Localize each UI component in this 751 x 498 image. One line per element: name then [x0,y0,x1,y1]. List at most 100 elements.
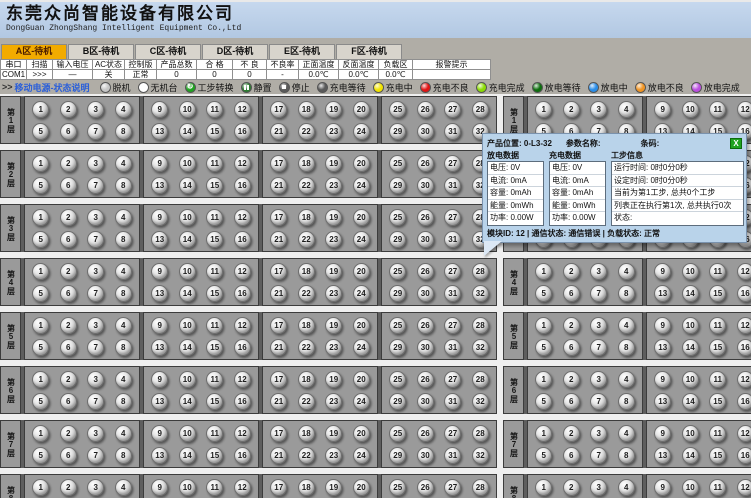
cell-button[interactable]: 4 [618,317,635,334]
cell-button[interactable]: 22 [298,123,315,140]
cell-button[interactable]: 12 [737,263,751,280]
cell-button[interactable]: 26 [417,425,434,442]
cell-button[interactable]: 24 [353,447,370,464]
cell-button[interactable]: 27 [444,101,461,118]
cell-button[interactable]: 18 [298,371,315,388]
cell-button[interactable]: 10 [682,425,699,442]
cell-button[interactable]: 19 [325,101,342,118]
cell-button[interactable]: 31 [444,231,461,248]
cell-button[interactable]: 16 [737,339,751,356]
cell-button[interactable]: 17 [270,209,287,226]
cell-button[interactable]: 9 [654,371,671,388]
cell-button[interactable]: 24 [353,393,370,410]
cell-button[interactable]: 14 [179,123,196,140]
cell-button[interactable]: 5 [535,447,552,464]
cell-button[interactable]: 15 [206,123,223,140]
cell-button[interactable]: 32 [472,285,489,302]
cell-button[interactable]: 26 [417,101,434,118]
cell-button[interactable]: 12 [234,209,251,226]
cell-button[interactable]: 12 [234,101,251,118]
cell-button[interactable]: 5 [535,285,552,302]
cell-button[interactable]: 1 [32,155,49,172]
cell-button[interactable]: 4 [618,425,635,442]
cell-button[interactable]: 10 [179,317,196,334]
cell-button[interactable]: 6 [563,285,580,302]
cell-button[interactable]: 1 [535,317,552,334]
cell-button[interactable]: 4 [115,155,132,172]
cell-button[interactable]: 28 [472,101,489,118]
cell-button[interactable]: 15 [709,447,726,464]
cell-button[interactable]: 20 [353,317,370,334]
cell-button[interactable]: 25 [389,479,406,496]
cell-button[interactable]: 13 [654,285,671,302]
cell-button[interactable]: 4 [115,479,132,496]
cell-button[interactable]: 1 [32,263,49,280]
cell-button[interactable]: 13 [654,393,671,410]
status-help-link[interactable]: 移动电源-状态说明 [15,81,90,94]
cell-button[interactable]: 8 [115,339,132,356]
cell-button[interactable]: 6 [60,123,77,140]
cell-button[interactable]: 27 [444,155,461,172]
cell-button[interactable]: 12 [737,101,751,118]
cell-button[interactable]: 29 [389,339,406,356]
cell-button[interactable]: 7 [87,285,104,302]
cell-button[interactable]: 1 [535,101,552,118]
cell-button[interactable]: 1 [32,317,49,334]
cell-button[interactable]: 7 [87,393,104,410]
cell-button[interactable]: 3 [87,479,104,496]
tab-zone-6[interactable]: F区-待机 [336,44,402,59]
cell-button[interactable]: 31 [444,339,461,356]
cell-button[interactable]: 22 [298,285,315,302]
cell-button[interactable]: 31 [444,285,461,302]
cell-button[interactable]: 11 [206,317,223,334]
cell-button[interactable]: 13 [151,447,168,464]
cell-button[interactable]: 13 [151,231,168,248]
cell-button[interactable]: 7 [590,393,607,410]
cell-button[interactable]: 20 [353,101,370,118]
cell-button[interactable]: 28 [472,425,489,442]
cell-button[interactable]: 17 [270,317,287,334]
cell-button[interactable]: 9 [151,317,168,334]
cell-button[interactable]: 14 [179,231,196,248]
cell-button[interactable]: 17 [270,101,287,118]
cell-button[interactable]: 15 [206,447,223,464]
cell-button[interactable]: 21 [270,393,287,410]
cell-button[interactable]: 23 [325,339,342,356]
popup-close-button[interactable]: X [730,138,742,149]
cell-button[interactable]: 6 [563,339,580,356]
cell-button[interactable]: 10 [179,155,196,172]
cell-button[interactable]: 10 [682,479,699,496]
cell-button[interactable]: 13 [151,177,168,194]
cell-button[interactable]: 2 [60,425,77,442]
cell-button[interactable]: 15 [206,177,223,194]
cell-button[interactable]: 14 [682,339,699,356]
cell-button[interactable]: 14 [179,339,196,356]
cell-button[interactable]: 7 [87,231,104,248]
cell-button[interactable]: 2 [563,425,580,442]
cell-button[interactable]: 4 [618,101,635,118]
cell-button[interactable]: 3 [590,371,607,388]
cell-button[interactable]: 1 [535,425,552,442]
cell-button[interactable]: 23 [325,285,342,302]
cell-button[interactable]: 1 [32,101,49,118]
cell-button[interactable]: 21 [270,285,287,302]
cell-button[interactable]: 27 [444,425,461,442]
tab-zone-3[interactable]: C区-待机 [135,44,201,59]
cell-button[interactable]: 11 [709,263,726,280]
cell-button[interactable]: 3 [87,155,104,172]
cell-button[interactable]: 12 [234,425,251,442]
cell-button[interactable]: 16 [234,123,251,140]
cell-button[interactable]: 19 [325,479,342,496]
cell-button[interactable]: 13 [654,447,671,464]
cell-button[interactable]: 9 [151,425,168,442]
cell-button[interactable]: 26 [417,263,434,280]
cell-button[interactable]: 27 [444,209,461,226]
cell-button[interactable]: 29 [389,123,406,140]
cell-button[interactable]: 30 [417,231,434,248]
cell-button[interactable]: 25 [389,101,406,118]
cell-button[interactable]: 13 [151,285,168,302]
cell-button[interactable]: 26 [417,479,434,496]
cell-button[interactable]: 6 [60,339,77,356]
cell-button[interactable]: 14 [179,393,196,410]
cell-button[interactable]: 12 [737,479,751,496]
